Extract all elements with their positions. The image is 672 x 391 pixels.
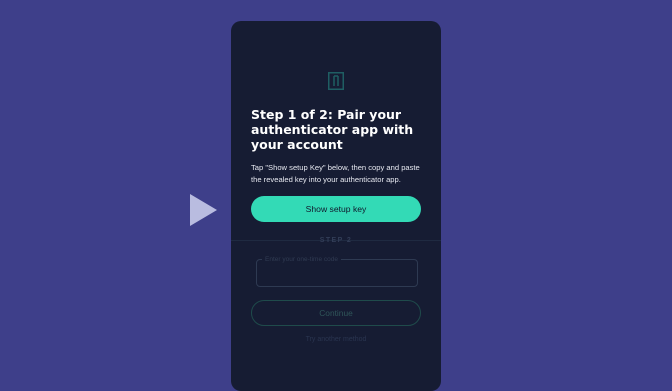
try-another-method-link[interactable]: Try another method xyxy=(231,336,441,343)
continue-button[interactable]: Continue xyxy=(251,300,421,326)
setup-card: Step 1 of 2: Pair your authenticator app… xyxy=(231,21,441,391)
one-time-code-label: Enter your one-time code xyxy=(262,255,341,264)
page-title: Step 1 of 2: Pair your authenticator app… xyxy=(251,107,414,152)
show-setup-key-button[interactable]: Show setup key xyxy=(251,196,421,222)
one-time-code-field[interactable]: Enter your one-time code xyxy=(256,255,418,287)
step-2-label: STEP 2 xyxy=(319,237,353,244)
instructions-text: Tap "Show setup Key" below, then copy an… xyxy=(251,163,420,184)
play-icon[interactable] xyxy=(190,194,218,226)
logo-icon xyxy=(328,72,344,90)
